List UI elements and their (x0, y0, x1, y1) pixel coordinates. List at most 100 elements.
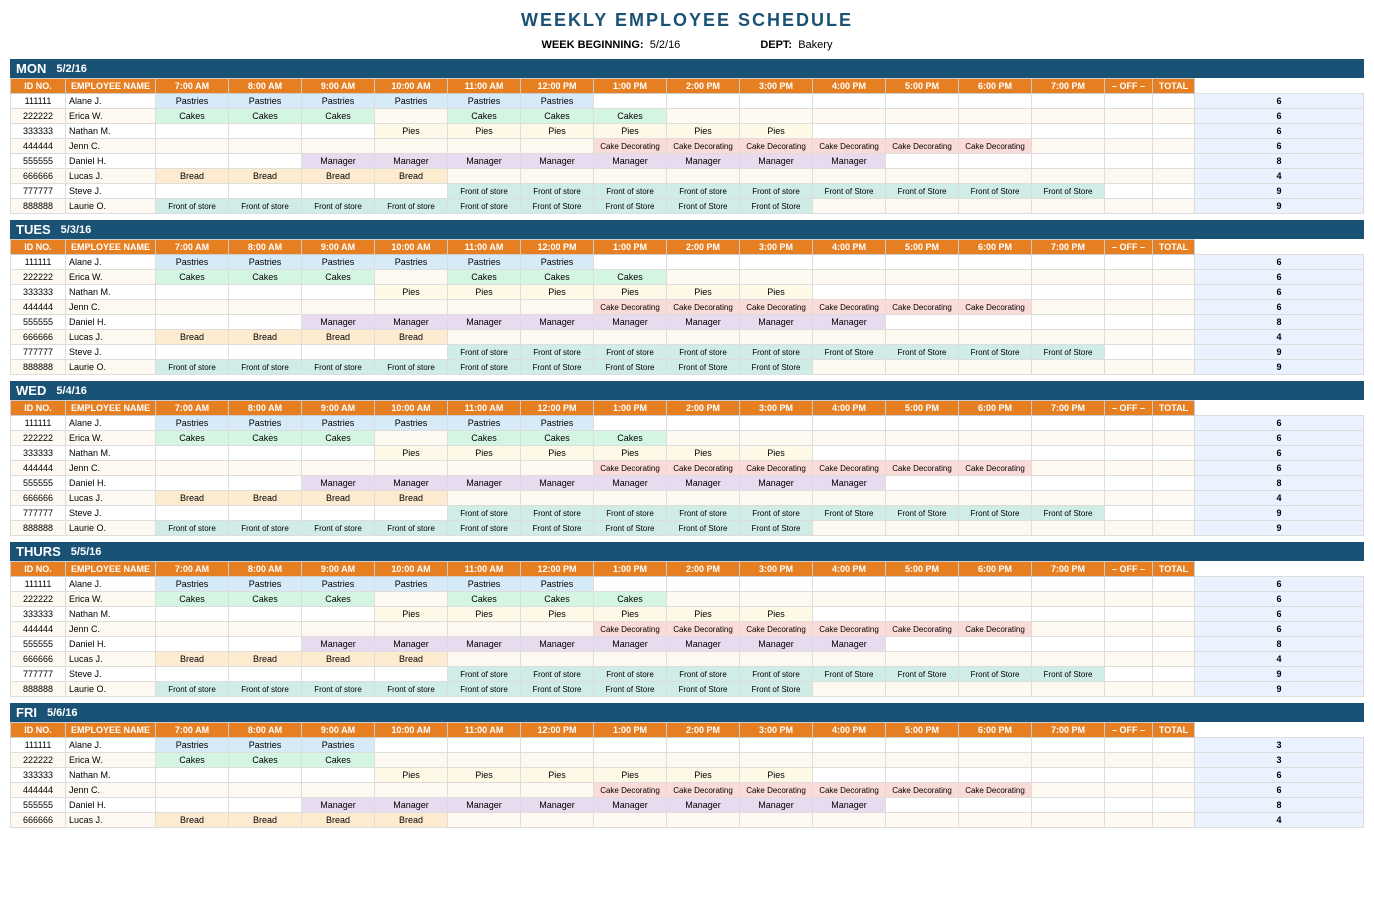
slot-12 (1032, 300, 1105, 315)
slot-11 (959, 592, 1032, 607)
slot-2: Bread (302, 169, 375, 184)
slot-13 (1105, 577, 1153, 592)
slot-7 (667, 592, 740, 607)
slot-6: Front of Store (594, 521, 667, 536)
day-header-mon: MON5/2/16 (10, 59, 1364, 78)
total-hours: 6 (1195, 461, 1364, 476)
slot-7: Front of Store (667, 360, 740, 375)
slot-4: Pies (448, 124, 521, 139)
slot-5: Manager (521, 637, 594, 652)
total-hours: 6 (1195, 607, 1364, 622)
slot-7 (667, 813, 740, 828)
col-header-7: 12:00 PM (521, 240, 594, 255)
slot-5 (521, 461, 594, 476)
slot-12 (1032, 169, 1105, 184)
slot-13 (1105, 199, 1153, 214)
slot-9: Cake Decorating (813, 139, 886, 154)
employee-name: Lucas J. (66, 491, 156, 506)
slot-9 (813, 491, 886, 506)
slot-10 (886, 491, 959, 506)
col-header-0: ID NO. (11, 79, 66, 94)
col-header-4: 9:00 AM (302, 401, 375, 416)
col-header-8: 1:00 PM (594, 562, 667, 577)
slot-11 (959, 416, 1032, 431)
slot-3: Bread (375, 813, 448, 828)
slot-12 (1032, 637, 1105, 652)
col-header-6: 11:00 AM (448, 79, 521, 94)
slot-11 (959, 738, 1032, 753)
total-hours: 6 (1195, 94, 1364, 109)
slot-1: Front of store (229, 360, 302, 375)
slot-3: Pastries (375, 94, 448, 109)
slot-4: Manager (448, 154, 521, 169)
col-header-10: 3:00 PM (740, 562, 813, 577)
slot-5: Cakes (521, 270, 594, 285)
slot-12 (1032, 813, 1105, 828)
schedule-table-thurs: ID NO.EMPLOYEE NAME7:00 AM8:00 AM9:00 AM… (10, 561, 1364, 697)
slot-7 (667, 753, 740, 768)
slot-13 (1105, 813, 1153, 828)
slot-8 (740, 813, 813, 828)
employee-name: Nathan M. (66, 768, 156, 783)
slot-12 (1032, 798, 1105, 813)
slot-6 (594, 652, 667, 667)
slot-2: Bread (302, 330, 375, 345)
employee-id: 444444 (11, 139, 66, 154)
slot-13 (1105, 622, 1153, 637)
slot-7: Cake Decorating (667, 139, 740, 154)
slot-7: Front of Store (667, 682, 740, 697)
employee-id: 111111 (11, 255, 66, 270)
slot-5: Manager (521, 798, 594, 813)
slot-14 (1153, 506, 1195, 521)
slot-8 (740, 738, 813, 753)
slot-4: Manager (448, 798, 521, 813)
slot-10: Front of Store (886, 667, 959, 682)
total-hours: 9 (1195, 360, 1364, 375)
table-row: 222222Erica W.CakesCakesCakesCakesCakesC… (11, 109, 1364, 124)
slot-5: Manager (521, 476, 594, 491)
slot-11: Cake Decorating (959, 139, 1032, 154)
slot-3 (375, 622, 448, 637)
slot-12 (1032, 476, 1105, 491)
slot-12 (1032, 124, 1105, 139)
slot-10 (886, 446, 959, 461)
slot-7: Pies (667, 285, 740, 300)
slot-1: Front of store (229, 199, 302, 214)
slot-12 (1032, 682, 1105, 697)
slot-4: Front of store (448, 667, 521, 682)
slot-14 (1153, 94, 1195, 109)
employee-id: 666666 (11, 491, 66, 506)
col-header-13: 6:00 PM (959, 562, 1032, 577)
col-header-1: EMPLOYEE NAME (66, 401, 156, 416)
slot-4: Cakes (448, 270, 521, 285)
slot-14 (1153, 416, 1195, 431)
slot-10 (886, 94, 959, 109)
col-header-6: 11:00 AM (448, 401, 521, 416)
slot-4: Front of store (448, 184, 521, 199)
col-header-16: TOTAL (1153, 562, 1195, 577)
slot-6: Front of store (594, 184, 667, 199)
slot-10: Cake Decorating (886, 783, 959, 798)
slot-5: Front of store (521, 506, 594, 521)
employee-name: Erica W. (66, 109, 156, 124)
total-hours: 4 (1195, 652, 1364, 667)
slot-4 (448, 169, 521, 184)
slot-14 (1153, 491, 1195, 506)
slot-6 (594, 577, 667, 592)
slot-4: Front of store (448, 199, 521, 214)
col-header-8: 1:00 PM (594, 401, 667, 416)
slot-0 (156, 315, 229, 330)
total-hours: 9 (1195, 345, 1364, 360)
total-hours: 9 (1195, 667, 1364, 682)
table-row: 666666Lucas J.BreadBreadBreadBread4 (11, 652, 1364, 667)
slot-0 (156, 622, 229, 637)
slot-0 (156, 345, 229, 360)
slot-9: Manager (813, 154, 886, 169)
slot-13 (1105, 315, 1153, 330)
slot-10 (886, 637, 959, 652)
slot-5 (521, 169, 594, 184)
slot-1 (229, 446, 302, 461)
slot-10 (886, 270, 959, 285)
slot-13 (1105, 446, 1153, 461)
slot-2: Cakes (302, 109, 375, 124)
